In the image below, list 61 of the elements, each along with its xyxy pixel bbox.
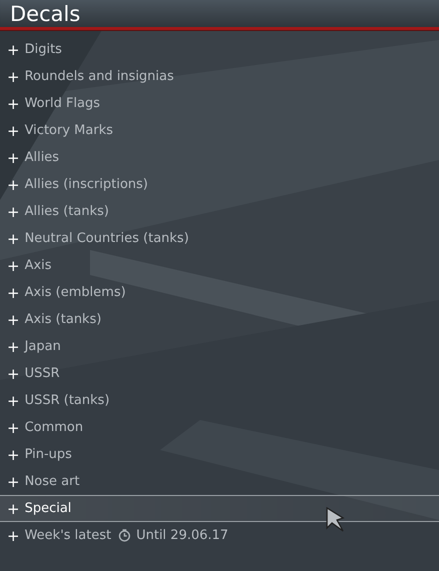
expand-toggle[interactable]: +	[7, 284, 20, 302]
category-label: Common	[24, 420, 84, 435]
deadline-label: Until 29.06.17	[136, 528, 228, 543]
category-item[interactable]: + USSR	[0, 360, 439, 387]
category-label: Week's latest	[24, 528, 112, 543]
category-item[interactable]: + Roundels and insignias	[0, 63, 439, 90]
category-label: Japan	[24, 339, 61, 354]
category-item[interactable]: + Allies	[0, 144, 439, 171]
expand-toggle[interactable]: +	[7, 94, 20, 112]
expand-toggle[interactable]: +	[7, 256, 20, 274]
category-item[interactable]: + Digits	[0, 36, 439, 63]
category-label: USSR (tanks)	[24, 393, 110, 408]
category-item[interactable]: + Nose art	[0, 468, 439, 495]
expand-toggle[interactable]: +	[7, 526, 20, 544]
category-item[interactable]: + Pin-ups	[0, 441, 439, 468]
expand-toggle[interactable]: +	[7, 338, 20, 356]
expand-toggle[interactable]: +	[7, 40, 20, 58]
category-item[interactable]: + Common	[0, 414, 439, 441]
category-label: Allies (inscriptions)	[24, 177, 148, 192]
category-label: Nose art	[24, 474, 80, 489]
category-label: Axis (tanks)	[24, 312, 102, 327]
expand-toggle[interactable]: +	[7, 500, 20, 518]
expand-toggle[interactable]: +	[7, 364, 20, 382]
expand-toggle[interactable]: +	[7, 148, 20, 166]
category-item[interactable]: + Victory Marks	[0, 117, 439, 144]
category-label: Roundels and insignias	[24, 69, 174, 84]
expand-toggle[interactable]: +	[7, 122, 20, 140]
category-item[interactable]: + Neutral Countries (tanks)	[0, 225, 439, 252]
expand-toggle[interactable]: +	[7, 230, 20, 248]
category-item[interactable]: + Week's latest Until 29.06.17	[0, 522, 439, 549]
expand-toggle[interactable]: +	[7, 472, 20, 490]
expand-toggle[interactable]: +	[7, 310, 20, 328]
category-label: Allies (tanks)	[24, 204, 109, 219]
window-title: Decals	[10, 2, 80, 26]
expand-toggle[interactable]: +	[7, 392, 20, 410]
category-item[interactable]: + Axis (tanks)	[0, 306, 439, 333]
category-label: Victory Marks	[24, 123, 113, 138]
expand-toggle[interactable]: +	[7, 446, 20, 464]
category-label: World Flags	[24, 96, 100, 111]
category-label: Neutral Countries (tanks)	[24, 231, 189, 246]
category-item[interactable]: + Allies (inscriptions)	[0, 171, 439, 198]
expand-toggle[interactable]: +	[7, 202, 20, 220]
category-item[interactable]: + Allies (tanks)	[0, 198, 439, 225]
category-item[interactable]: + World Flags	[0, 90, 439, 117]
cursor-icon	[325, 507, 345, 533]
category-label: Axis (emblems)	[24, 285, 126, 300]
category-item[interactable]: + USSR (tanks)	[0, 387, 439, 414]
category-item[interactable]: + Japan	[0, 333, 439, 360]
timer-icon	[118, 529, 132, 542]
category-item[interactable]: + Special	[0, 495, 439, 522]
expand-toggle[interactable]: +	[7, 68, 20, 86]
expand-toggle[interactable]: +	[7, 176, 20, 194]
category-item[interactable]: + Axis	[0, 252, 439, 279]
expand-toggle[interactable]: +	[7, 418, 20, 436]
category-label: Special	[24, 501, 72, 516]
category-label: Axis	[24, 258, 52, 273]
category-label: Pin-ups	[24, 447, 72, 462]
category-label: Digits	[24, 42, 62, 57]
category-label: USSR	[24, 366, 60, 381]
category-label: Allies	[24, 150, 60, 165]
category-item[interactable]: + Axis (emblems)	[0, 279, 439, 306]
